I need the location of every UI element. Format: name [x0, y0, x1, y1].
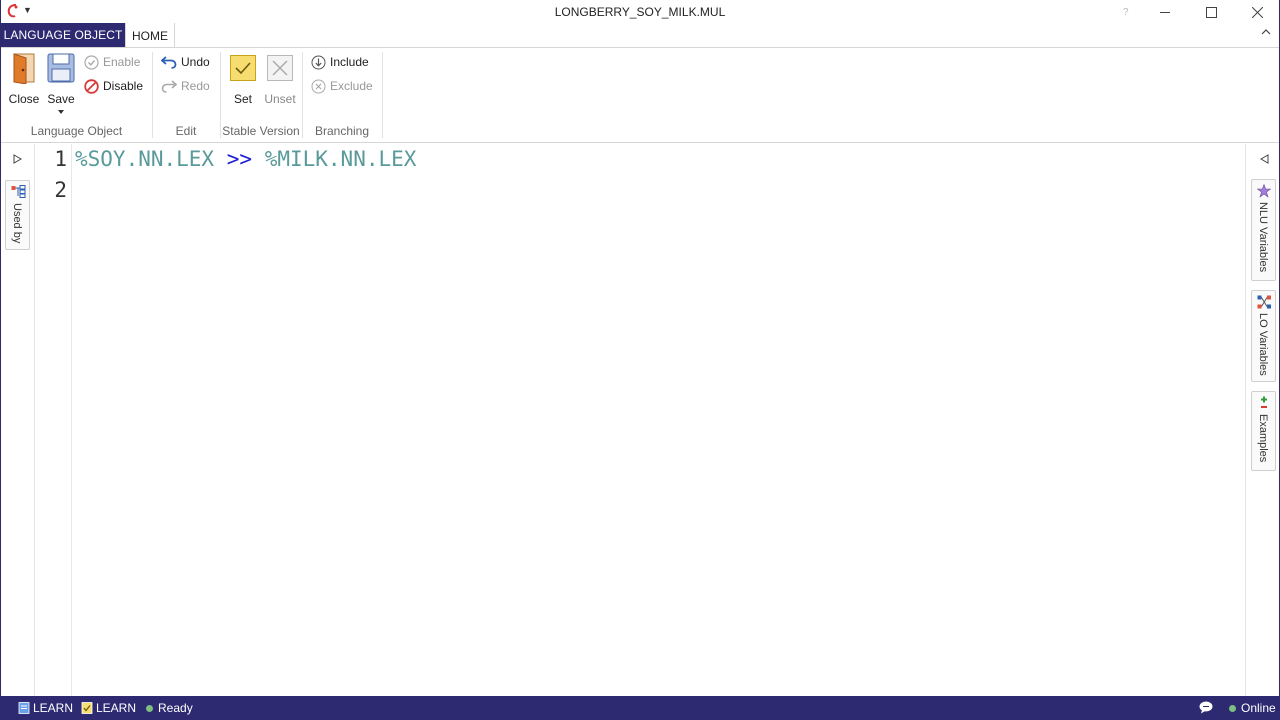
disable-button[interactable]: Disable	[83, 77, 143, 95]
expand-left-panel-icon[interactable]	[13, 154, 22, 164]
help-icon[interactable]: ?	[1123, 7, 1129, 18]
status-learn-label: LEARN	[33, 701, 74, 715]
redo-icon	[161, 80, 177, 93]
close-button[interactable]: Close	[9, 52, 39, 106]
line-number: 2	[54, 178, 67, 202]
floppy-disk-icon	[47, 53, 75, 83]
network-icon	[1257, 295, 1271, 309]
side-tab-used-by[interactable]: Used by	[5, 180, 30, 250]
code-token-variable: %SOY.NN.LEX	[75, 147, 215, 171]
online-dot-icon	[1229, 704, 1236, 712]
x-box-icon	[267, 55, 293, 81]
status-online-label: Online	[1241, 701, 1276, 715]
check-box-icon	[230, 55, 256, 81]
include-arrow-icon	[311, 55, 325, 69]
side-tab-label: LO Variables	[1257, 313, 1269, 376]
status-ready: Ready	[146, 700, 193, 716]
close-icon	[1251, 6, 1263, 18]
exclude-label: Exclude	[330, 79, 373, 93]
prohibited-icon	[83, 78, 99, 94]
redo-label: Redo	[181, 79, 210, 93]
enable-button[interactable]: Enable	[83, 53, 140, 71]
code-editor[interactable]: 1 2 %SOY.NN.LEX >> %MILK.NN.LEX	[36, 144, 1245, 696]
status-learn-label: LEARN	[96, 701, 137, 715]
status-learn-1[interactable]: LEARN	[18, 700, 73, 716]
check-circle-icon	[83, 54, 99, 70]
disable-label: Disable	[103, 79, 144, 93]
group-label-language-object: Language Object	[30, 124, 123, 138]
right-side-panel: NLU Variables LO Variables Examples	[1245, 144, 1279, 696]
window-title: LONGBERRY_SOY_MILK.MUL	[554, 5, 726, 19]
checklist-icon	[81, 702, 93, 714]
save-button[interactable]: Save	[46, 52, 76, 114]
left-side-panel: Used by	[1, 144, 35, 696]
unset-button[interactable]: Unset	[264, 52, 296, 106]
side-tab-nlu-variables[interactable]: NLU Variables	[1251, 179, 1276, 281]
close-window-button[interactable]	[1234, 0, 1280, 24]
save-label: Save	[47, 92, 75, 106]
include-label: Include	[330, 55, 369, 69]
ribbon: Close Save Enable Disable Language Objec…	[1, 47, 1279, 143]
plus-minus-icon	[1261, 396, 1267, 408]
code-token-variable: %MILK.NN.LEX	[264, 147, 417, 171]
code-token-operator: >>	[226, 147, 253, 171]
redo-button[interactable]: Redo	[161, 77, 210, 95]
save-dropdown-icon[interactable]	[58, 110, 64, 114]
side-tab-label: NLU Variables	[1257, 202, 1269, 273]
group-separator	[382, 52, 383, 138]
status-learn-2[interactable]: LEARN	[81, 700, 136, 716]
include-button[interactable]: Include	[310, 53, 369, 71]
tab-home[interactable]: HOME	[125, 23, 175, 48]
code-line[interactable]: %SOY.NN.LEX >> %MILK.NN.LEX	[75, 147, 416, 171]
group-label-edit: Edit	[175, 124, 197, 138]
collapse-ribbon-icon[interactable]	[1261, 28, 1271, 36]
status-bar: LEARN LEARN Ready Online	[1, 696, 1279, 720]
hierarchy-icon	[11, 185, 26, 198]
minimize-icon	[1159, 11, 1170, 13]
status-dot-icon	[146, 704, 153, 712]
enable-label: Enable	[103, 55, 141, 69]
group-label-branching: Branching	[314, 124, 370, 138]
status-ready-label: Ready	[158, 701, 193, 715]
app-window: ▼ LONGBERRY_SOY_MILK.MUL ? LANGUAGE OBJE…	[0, 0, 1280, 720]
undo-icon	[161, 56, 177, 69]
side-tab-label: Used by	[11, 203, 23, 244]
side-tab-examples[interactable]: Examples	[1251, 391, 1276, 471]
line-number: 1	[54, 147, 67, 171]
door-icon	[13, 53, 35, 84]
minimize-button[interactable]	[1142, 0, 1188, 24]
tab-language-object[interactable]: LANGUAGE OBJECT	[1, 23, 125, 47]
side-tab-lo-variables[interactable]: LO Variables	[1251, 290, 1276, 382]
expand-right-panel-icon[interactable]	[1260, 154, 1269, 164]
line-number-gutter: 1 2	[36, 144, 72, 696]
set-label: Set	[233, 92, 252, 106]
maximize-button[interactable]	[1188, 0, 1234, 24]
ribbon-tab-row: LANGUAGE OBJECT HOME	[1, 23, 1279, 48]
title-bar: ▼ LONGBERRY_SOY_MILK.MUL ?	[1, 0, 1279, 24]
group-label-stable-version: Stable Version	[222, 124, 300, 138]
close-label: Close	[8, 92, 40, 106]
set-button[interactable]: Set	[229, 52, 257, 106]
status-online: Online	[1229, 700, 1276, 716]
chat-bubble-icon[interactable]	[1199, 701, 1213, 714]
document-icon	[18, 702, 30, 714]
gear-star-icon	[1257, 184, 1271, 198]
unset-label: Unset	[264, 92, 296, 106]
exclude-button[interactable]: Exclude	[310, 77, 373, 95]
maximize-icon	[1205, 6, 1217, 18]
side-tab-label: Examples	[1257, 414, 1269, 463]
undo-label: Undo	[181, 55, 210, 69]
undo-button[interactable]: Undo	[161, 53, 210, 71]
exclude-x-icon	[311, 79, 325, 93]
